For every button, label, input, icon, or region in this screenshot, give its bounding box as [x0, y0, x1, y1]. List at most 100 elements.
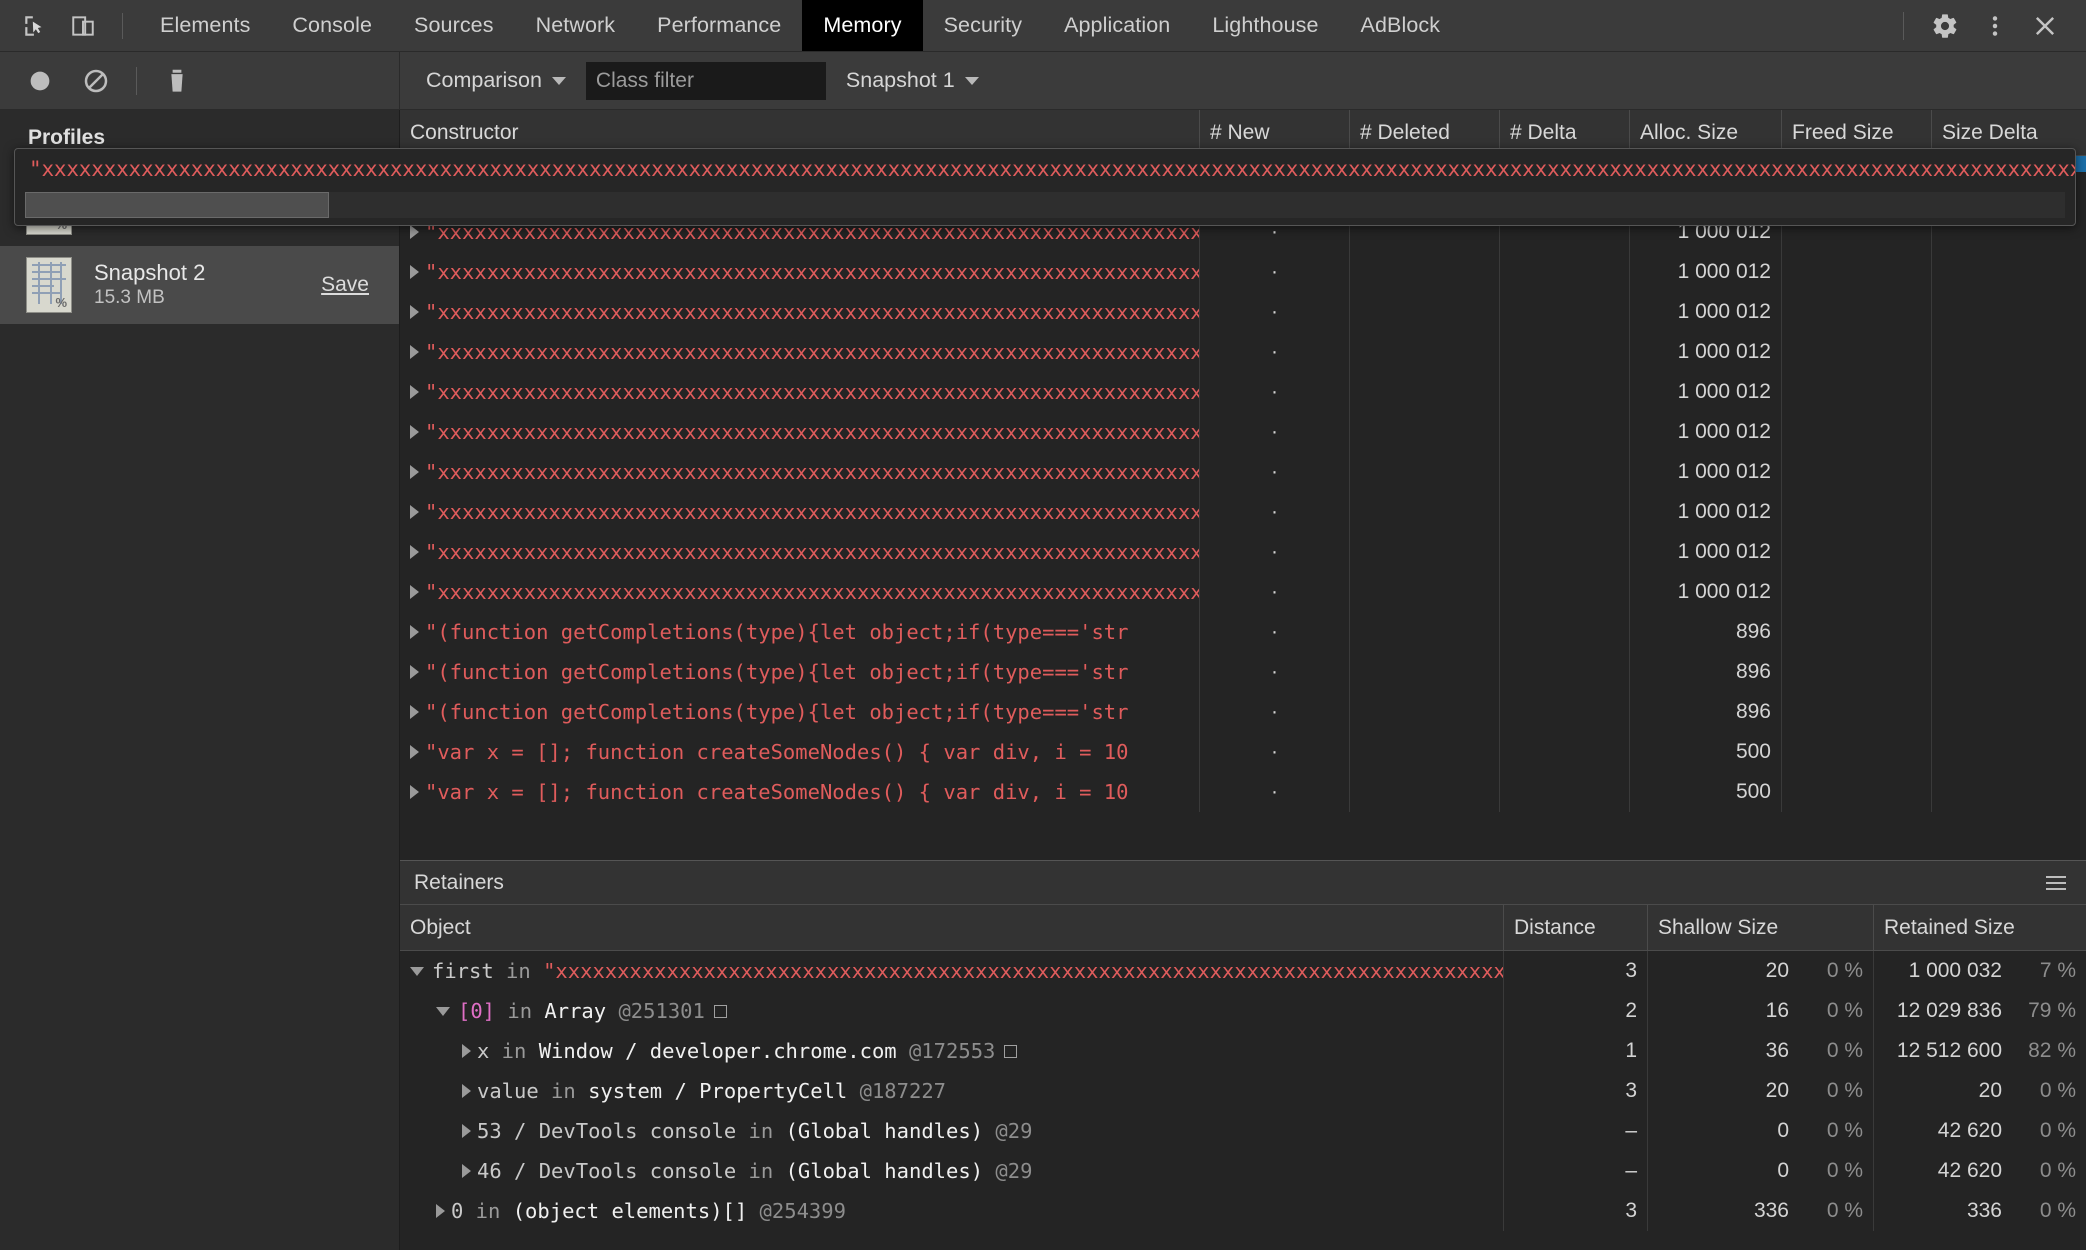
retainer-object-cell[interactable]: first in "xxxxxxxxxxxxxxxxxxxxxxxxxxxxxx…	[400, 951, 1504, 991]
constructor-cell[interactable]: "var x = []; function createSomeNodes() …	[400, 732, 1200, 772]
retainer-row[interactable]: first in "xxxxxxxxxxxxxxxxxxxxxxxxxxxxxx…	[400, 951, 2086, 991]
table-row[interactable]: "xxxxxxxxxxxxxxxxxxxxxxxxxxxxxxxxxxxxxxx…	[400, 532, 2086, 572]
table-row[interactable]: "xxxxxxxxxxxxxxxxxxxxxxxxxxxxxxxxxxxxxxx…	[400, 292, 2086, 332]
tab-sources[interactable]: Sources	[393, 0, 515, 51]
table-row[interactable]: "(function getCompletions(type){let obje…	[400, 652, 2086, 692]
expand-triangle-icon[interactable]	[462, 1044, 471, 1058]
record-button[interactable]	[18, 59, 62, 103]
delta-cell	[1500, 452, 1630, 492]
table-row[interactable]: "xxxxxxxxxxxxxxxxxxxxxxxxxxxxxxxxxxxxxxx…	[400, 572, 2086, 612]
tab-lighthouse[interactable]: Lighthouse	[1191, 0, 1339, 51]
retainer-object-cell[interactable]: value in system / PropertyCell @187227	[400, 1071, 1504, 1111]
expand-triangle-icon[interactable]	[410, 505, 419, 519]
snapshot-item-2[interactable]: % Snapshot 2 15.3 MB Save	[0, 246, 399, 324]
expand-triangle-icon[interactable]	[410, 625, 419, 639]
table-row[interactable]: "(function getCompletions(type){let obje…	[400, 612, 2086, 652]
baseline-snapshot-dropdown[interactable]: Snapshot 1	[834, 68, 991, 93]
table-row[interactable]: "xxxxxxxxxxxxxxxxxxxxxxxxxxxxxxxxxxxxxxx…	[400, 492, 2086, 532]
retainer-object-cell[interactable]: 53 / DevTools console in (Global handles…	[400, 1111, 1504, 1151]
constructor-cell[interactable]: "xxxxxxxxxxxxxxxxxxxxxxxxxxxxxxxxxxxxxxx…	[400, 452, 1200, 492]
retainer-object-cell[interactable]: x in Window / developer.chrome.com @1725…	[400, 1031, 1504, 1071]
retainer-row[interactable]: 53 / DevTools console in (Global handles…	[400, 1111, 2086, 1151]
table-row[interactable]: "var x = []; function createSomeNodes() …	[400, 772, 2086, 812]
gear-icon[interactable]	[1922, 3, 1968, 49]
expand-triangle-icon[interactable]	[410, 585, 419, 599]
retainer-row[interactable]: value in system / PropertyCell @18722732…	[400, 1071, 2086, 1111]
table-row[interactable]: "xxxxxxxxxxxxxxxxxxxxxxxxxxxxxxxxxxxxxxx…	[400, 452, 2086, 492]
expand-triangle-icon[interactable]	[410, 705, 419, 719]
constructor-cell[interactable]: "xxxxxxxxxxxxxxxxxxxxxxxxxxxxxxxxxxxxxxx…	[400, 532, 1200, 572]
column-header-shallow-size[interactable]: Shallow Size	[1648, 905, 1874, 950]
expand-triangle-icon[interactable]	[410, 785, 419, 799]
retainer-row[interactable]: x in Window / developer.chrome.com @1725…	[400, 1031, 2086, 1071]
retainer-node-id: @29	[983, 1159, 1032, 1183]
expand-triangle-icon[interactable]	[410, 345, 419, 359]
popover-scrollbar-thumb[interactable]	[25, 192, 329, 218]
collapse-triangle-icon[interactable]	[436, 1007, 450, 1016]
constructor-cell[interactable]: "xxxxxxxxxxxxxxxxxxxxxxxxxxxxxxxxxxxxxxx…	[400, 412, 1200, 452]
retainer-row[interactable]: 46 / DevTools console in (Global handles…	[400, 1151, 2086, 1191]
dom-node-icon[interactable]	[714, 1005, 727, 1018]
constructor-cell[interactable]: "xxxxxxxxxxxxxxxxxxxxxxxxxxxxxxxxxxxxxxx…	[400, 572, 1200, 612]
retainer-object-cell[interactable]: [0] in Array @251301	[400, 991, 1504, 1031]
column-header-retained-size[interactable]: Retained Size	[1874, 905, 2086, 950]
expand-triangle-icon[interactable]	[410, 225, 419, 239]
close-icon[interactable]	[2022, 3, 2068, 49]
retainer-row[interactable]: [0] in Array @2513012160 %12 029 83679 %	[400, 991, 2086, 1031]
constructor-cell[interactable]: "(function getCompletions(type){let obje…	[400, 692, 1200, 732]
string-value-popover[interactable]: "xxxxxxxxxxxxxxxxxxxxxxxxxxxxxxxxxxxxxxx…	[14, 148, 2076, 226]
tab-elements[interactable]: Elements	[139, 0, 271, 51]
constructor-cell[interactable]: "xxxxxxxxxxxxxxxxxxxxxxxxxxxxxxxxxxxxxxx…	[400, 492, 1200, 532]
constructor-cell[interactable]: "(function getCompletions(type){let obje…	[400, 652, 1200, 692]
tab-console[interactable]: Console	[271, 0, 393, 51]
dom-node-icon[interactable]	[1004, 1045, 1017, 1058]
retainer-row[interactable]: 0 in (object elements)[] @25439933360 %3…	[400, 1191, 2086, 1231]
delete-button[interactable]	[155, 59, 199, 103]
retainer-object-cell[interactable]: 0 in (object elements)[] @254399	[400, 1191, 1504, 1231]
expand-triangle-icon[interactable]	[410, 665, 419, 679]
more-vertical-icon[interactable]	[1972, 3, 2018, 49]
expand-triangle-icon[interactable]	[462, 1124, 471, 1138]
tab-security[interactable]: Security	[923, 0, 1043, 51]
expand-triangle-icon[interactable]	[410, 545, 419, 559]
expand-triangle-icon[interactable]	[410, 385, 419, 399]
expand-triangle-icon[interactable]	[410, 745, 419, 759]
expand-triangle-icon[interactable]	[462, 1084, 471, 1098]
expand-triangle-icon[interactable]	[436, 1204, 445, 1218]
expand-triangle-icon[interactable]	[462, 1164, 471, 1178]
constructor-cell[interactable]: "xxxxxxxxxxxxxxxxxxxxxxxxxxxxxxxxxxxxxxx…	[400, 372, 1200, 412]
view-mode-dropdown[interactable]: Comparison	[414, 68, 578, 93]
retainer-object-cell[interactable]: 46 / DevTools console in (Global handles…	[400, 1151, 1504, 1191]
class-filter-input[interactable]	[586, 62, 826, 100]
device-toolbar-icon[interactable]	[66, 9, 100, 43]
column-header-object[interactable]: Object	[400, 905, 1504, 950]
constructor-cell[interactable]: "xxxxxxxxxxxxxxxxxxxxxxxxxxxxxxxxxxxxxxx…	[400, 292, 1200, 332]
column-header-distance[interactable]: Distance	[1504, 905, 1648, 950]
clear-button[interactable]	[74, 59, 118, 103]
constructor-grid-body[interactable]: "xxxxxxxxxxxxxxxxxxxxxxxxxxxxxxxxxxxxxxx…	[400, 156, 2086, 860]
popover-horizontal-scrollbar[interactable]	[25, 192, 2065, 218]
expand-triangle-icon[interactable]	[410, 425, 419, 439]
tab-memory[interactable]: Memory	[802, 0, 922, 51]
constructor-cell[interactable]: "xxxxxxxxxxxxxxxxxxxxxxxxxxxxxxxxxxxxxxx…	[400, 252, 1200, 292]
table-row[interactable]: "xxxxxxxxxxxxxxxxxxxxxxxxxxxxxxxxxxxxxxx…	[400, 412, 2086, 452]
constructor-cell[interactable]: "var x = []; function createSomeNodes() …	[400, 772, 1200, 812]
collapse-triangle-icon[interactable]	[410, 967, 424, 976]
constructor-cell[interactable]: "xxxxxxxxxxxxxxxxxxxxxxxxxxxxxxxxxxxxxxx…	[400, 332, 1200, 372]
table-row[interactable]: "var x = []; function createSomeNodes() …	[400, 732, 2086, 772]
table-row[interactable]: "xxxxxxxxxxxxxxxxxxxxxxxxxxxxxxxxxxxxxxx…	[400, 372, 2086, 412]
table-row[interactable]: "xxxxxxxxxxxxxxxxxxxxxxxxxxxxxxxxxxxxxxx…	[400, 252, 2086, 292]
expand-triangle-icon[interactable]	[410, 465, 419, 479]
hamburger-menu-icon[interactable]	[2046, 870, 2072, 896]
expand-triangle-icon[interactable]	[410, 265, 419, 279]
tab-performance[interactable]: Performance	[636, 0, 802, 51]
tab-adblock[interactable]: AdBlock	[1340, 0, 1462, 51]
inspect-element-icon[interactable]	[18, 9, 52, 43]
constructor-cell[interactable]: "(function getCompletions(type){let obje…	[400, 612, 1200, 652]
expand-triangle-icon[interactable]	[410, 305, 419, 319]
tab-application[interactable]: Application	[1043, 0, 1191, 51]
tab-network[interactable]: Network	[515, 0, 637, 51]
table-row[interactable]: "(function getCompletions(type){let obje…	[400, 692, 2086, 732]
table-row[interactable]: "xxxxxxxxxxxxxxxxxxxxxxxxxxxxxxxxxxxxxxx…	[400, 332, 2086, 372]
save-snapshot-link[interactable]: Save	[321, 273, 369, 297]
